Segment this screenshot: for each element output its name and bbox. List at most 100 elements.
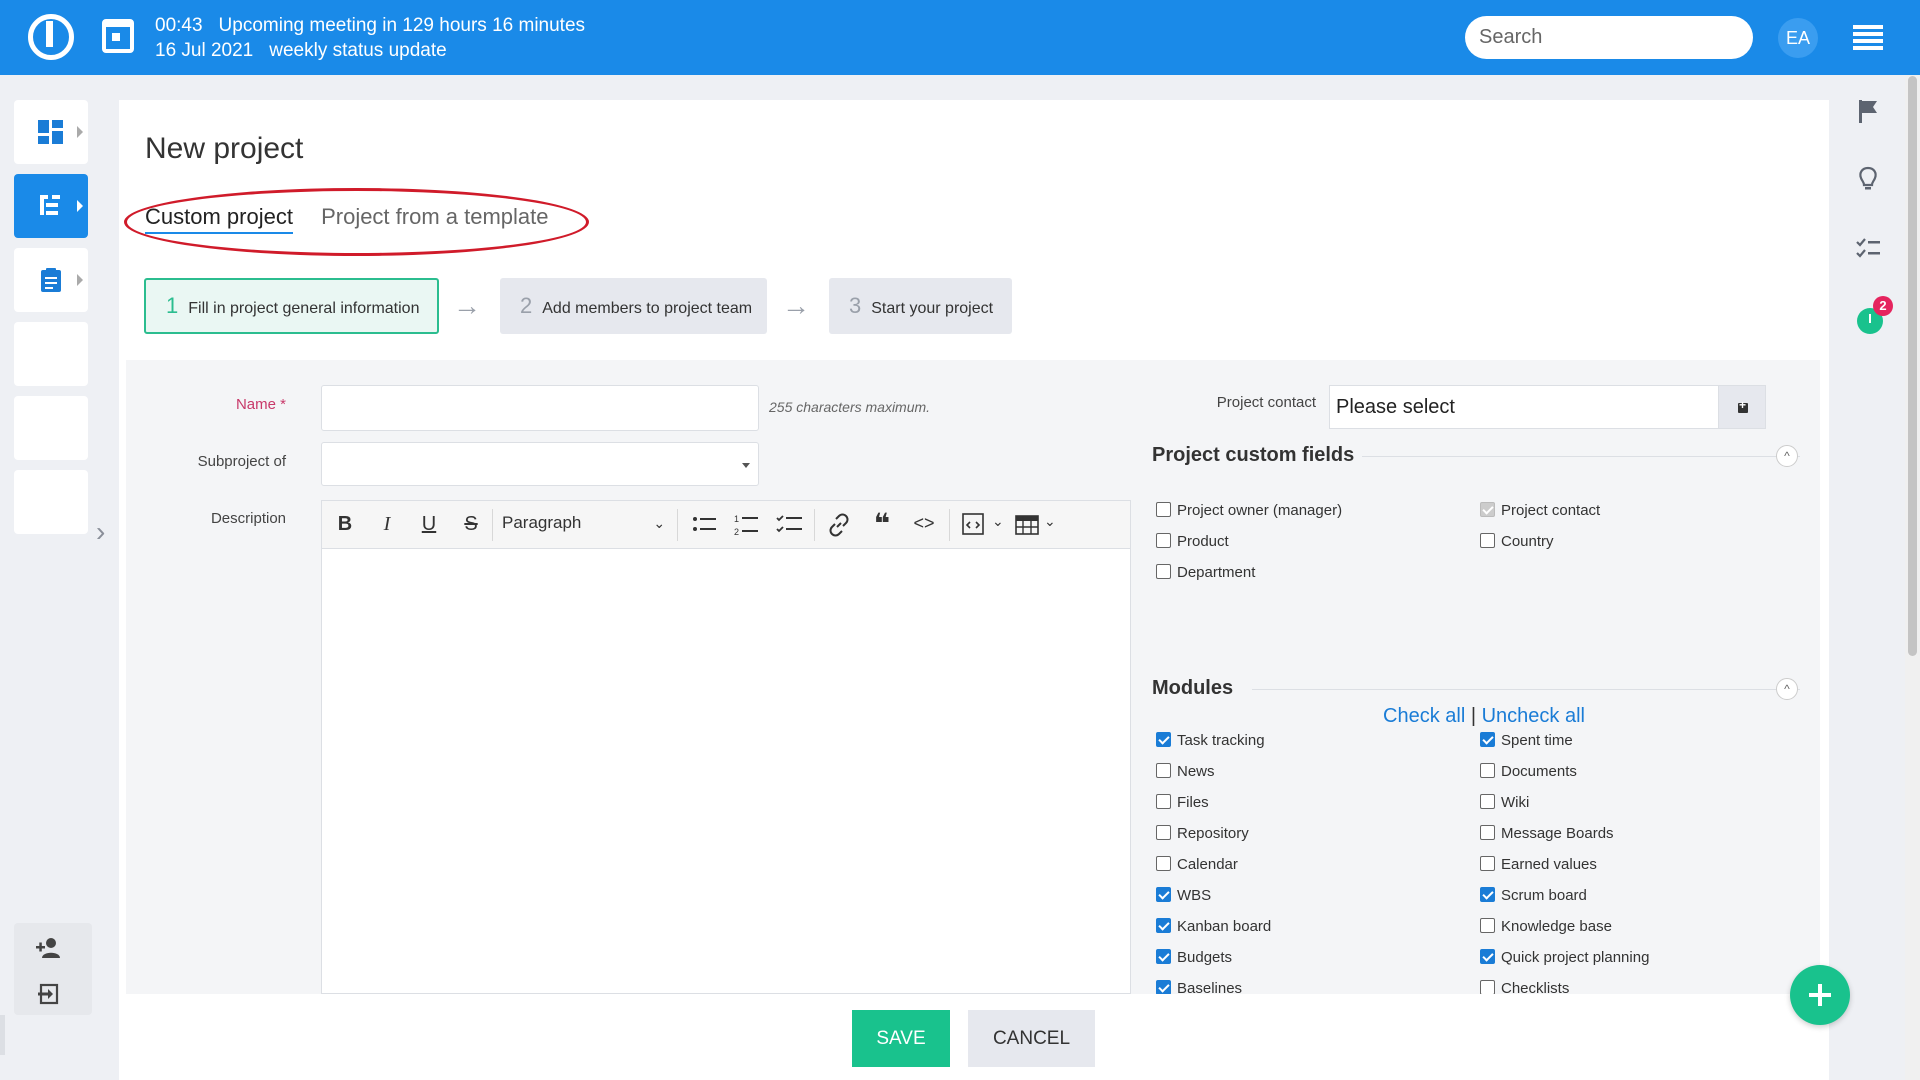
cancel-button[interactable]: CANCEL bbox=[968, 1010, 1095, 1067]
check-all-link[interactable]: Check all bbox=[1383, 705, 1465, 727]
add-fab-button[interactable] bbox=[1790, 965, 1850, 1025]
checkbox[interactable] bbox=[1156, 980, 1171, 994]
avatar[interactable]: EA bbox=[1778, 18, 1818, 58]
checkbox[interactable] bbox=[1480, 949, 1495, 964]
sidebar-item-empty-1[interactable] bbox=[14, 322, 88, 386]
checkbox[interactable] bbox=[1156, 763, 1171, 778]
module-quick-project-planning[interactable]: Quick project planning bbox=[1480, 949, 1649, 966]
scrollbar-thumb[interactable] bbox=[1908, 76, 1917, 656]
checkbox[interactable] bbox=[1156, 564, 1171, 579]
checkbox[interactable] bbox=[1156, 918, 1171, 933]
module-spent-time[interactable]: Spent time bbox=[1480, 732, 1573, 749]
chevron-down-icon[interactable]: ⌄ bbox=[1044, 513, 1056, 530]
module-calendar[interactable]: Calendar bbox=[1156, 856, 1238, 873]
blockquote-icon[interactable]: ❝ bbox=[867, 510, 897, 538]
clipboard-icon bbox=[41, 268, 61, 292]
checkbox[interactable] bbox=[1480, 825, 1495, 840]
flag-icon[interactable] bbox=[1855, 98, 1881, 124]
collapse-custom-fields-icon[interactable]: ^ bbox=[1776, 445, 1798, 467]
search-input[interactable] bbox=[1465, 16, 1753, 59]
checkbox[interactable] bbox=[1156, 502, 1171, 517]
module-task-tracking[interactable]: Task tracking bbox=[1156, 732, 1265, 749]
code-icon[interactable]: <> bbox=[909, 513, 939, 534]
name-input[interactable] bbox=[321, 385, 759, 431]
sidebar-item-tasks[interactable] bbox=[14, 248, 88, 312]
checkbox[interactable] bbox=[1156, 732, 1171, 747]
add-contact-button[interactable] bbox=[1718, 385, 1766, 429]
step-1[interactable]: 1 Fill in project general information bbox=[144, 278, 439, 334]
sidebar-item-projects[interactable] bbox=[14, 174, 88, 238]
checklist-icon[interactable] bbox=[776, 514, 802, 536]
checklist-icon[interactable] bbox=[1855, 236, 1881, 262]
module-budgets[interactable]: Budgets bbox=[1156, 949, 1232, 966]
project-contact-select[interactable]: Please select bbox=[1329, 385, 1719, 429]
checkbox-label: Country bbox=[1501, 533, 1554, 550]
bold-icon[interactable]: B bbox=[330, 513, 360, 536]
module-checklists[interactable]: Checklists bbox=[1480, 980, 1569, 994]
sidebar-item-dashboard[interactable] bbox=[14, 100, 88, 164]
checkbox[interactable] bbox=[1156, 825, 1171, 840]
checkbox[interactable] bbox=[1156, 794, 1171, 809]
numbered-list-icon[interactable]: 12 bbox=[734, 513, 758, 537]
checkbox[interactable] bbox=[1156, 856, 1171, 871]
link-icon[interactable] bbox=[827, 513, 851, 537]
module-earned-values[interactable]: Earned values bbox=[1480, 856, 1597, 873]
module-files[interactable]: Files bbox=[1156, 794, 1209, 811]
menu-icon[interactable] bbox=[1853, 25, 1883, 50]
notification-badge: 2 bbox=[1873, 296, 1893, 316]
logout-icon[interactable] bbox=[38, 983, 60, 1005]
checkbox[interactable] bbox=[1480, 732, 1495, 747]
module-repository[interactable]: Repository bbox=[1156, 825, 1249, 842]
sidebar-item-empty-3[interactable] bbox=[14, 470, 88, 534]
code-block-icon[interactable] bbox=[962, 513, 988, 537]
checkbox-label: Knowledge base bbox=[1501, 918, 1612, 935]
app-logo-icon[interactable] bbox=[28, 14, 74, 60]
add-user-icon[interactable] bbox=[36, 937, 62, 959]
module-documents[interactable]: Documents bbox=[1480, 763, 1577, 780]
checkbox[interactable] bbox=[1480, 980, 1495, 994]
checkbox-department[interactable]: Department bbox=[1156, 564, 1255, 581]
save-button[interactable]: SAVE bbox=[852, 1010, 950, 1067]
module-scrum-board[interactable]: Scrum board bbox=[1480, 887, 1587, 904]
checkbox[interactable] bbox=[1480, 794, 1495, 809]
checkbox[interactable] bbox=[1156, 533, 1171, 548]
checkbox-label: Spent time bbox=[1501, 732, 1573, 749]
upcoming-meeting[interactable]: 00:43 Upcoming meeting in 129 hours 16 mi… bbox=[155, 13, 601, 63]
checkbox[interactable] bbox=[1480, 856, 1495, 871]
expand-sidebar-icon[interactable]: › bbox=[96, 516, 105, 548]
checkbox[interactable] bbox=[1156, 949, 1171, 964]
checkbox[interactable] bbox=[1480, 763, 1495, 778]
chevron-down-icon[interactable]: ⌄ bbox=[992, 513, 1004, 530]
checkbox[interactable] bbox=[1480, 533, 1495, 548]
checkbox-label: WBS bbox=[1177, 887, 1212, 904]
table-icon[interactable] bbox=[1015, 515, 1039, 535]
collapse-modules-icon[interactable]: ^ bbox=[1776, 678, 1798, 700]
module-kanban-board[interactable]: Kanban board bbox=[1156, 918, 1271, 935]
checkbox-product[interactable]: Product bbox=[1156, 533, 1229, 550]
calendar-icon[interactable] bbox=[102, 19, 134, 53]
step-2[interactable]: 2 Add members to project team bbox=[500, 278, 767, 334]
description-editor[interactable]: B I U S Paragraph ⌄ 12 ❝ <> ⌄ ⌄ bbox=[321, 500, 1131, 994]
checkbox[interactable] bbox=[1480, 887, 1495, 902]
module-baselines[interactable]: Baselines bbox=[1156, 980, 1242, 994]
checkbox-country[interactable]: Country bbox=[1480, 533, 1554, 550]
module-knowledge-base[interactable]: Knowledge base bbox=[1480, 918, 1612, 935]
sidebar-item-empty-2[interactable] bbox=[14, 396, 88, 460]
underline-icon[interactable]: U bbox=[414, 513, 444, 536]
italic-icon[interactable]: I bbox=[372, 513, 402, 536]
module-message-boards[interactable]: Message Boards bbox=[1480, 825, 1614, 842]
step-3[interactable]: 3 Start your project bbox=[829, 278, 1012, 334]
paragraph-format-select[interactable]: Paragraph ⌄ bbox=[502, 513, 665, 533]
lightbulb-icon[interactable] bbox=[1855, 166, 1881, 192]
subproject-select[interactable] bbox=[321, 442, 759, 486]
module-wbs[interactable]: WBS bbox=[1156, 887, 1211, 904]
uncheck-all-link[interactable]: Uncheck all bbox=[1482, 705, 1585, 727]
checkbox[interactable] bbox=[1156, 887, 1171, 902]
checkbox-project-owner[interactable]: Project owner (manager) bbox=[1156, 502, 1342, 519]
strikethrough-icon[interactable]: S bbox=[456, 513, 486, 536]
module-wiki[interactable]: Wiki bbox=[1480, 794, 1529, 811]
checkbox[interactable] bbox=[1480, 918, 1495, 933]
checkbox-label: Documents bbox=[1501, 763, 1577, 780]
module-news[interactable]: News bbox=[1156, 763, 1215, 780]
bulleted-list-icon[interactable] bbox=[692, 515, 716, 535]
